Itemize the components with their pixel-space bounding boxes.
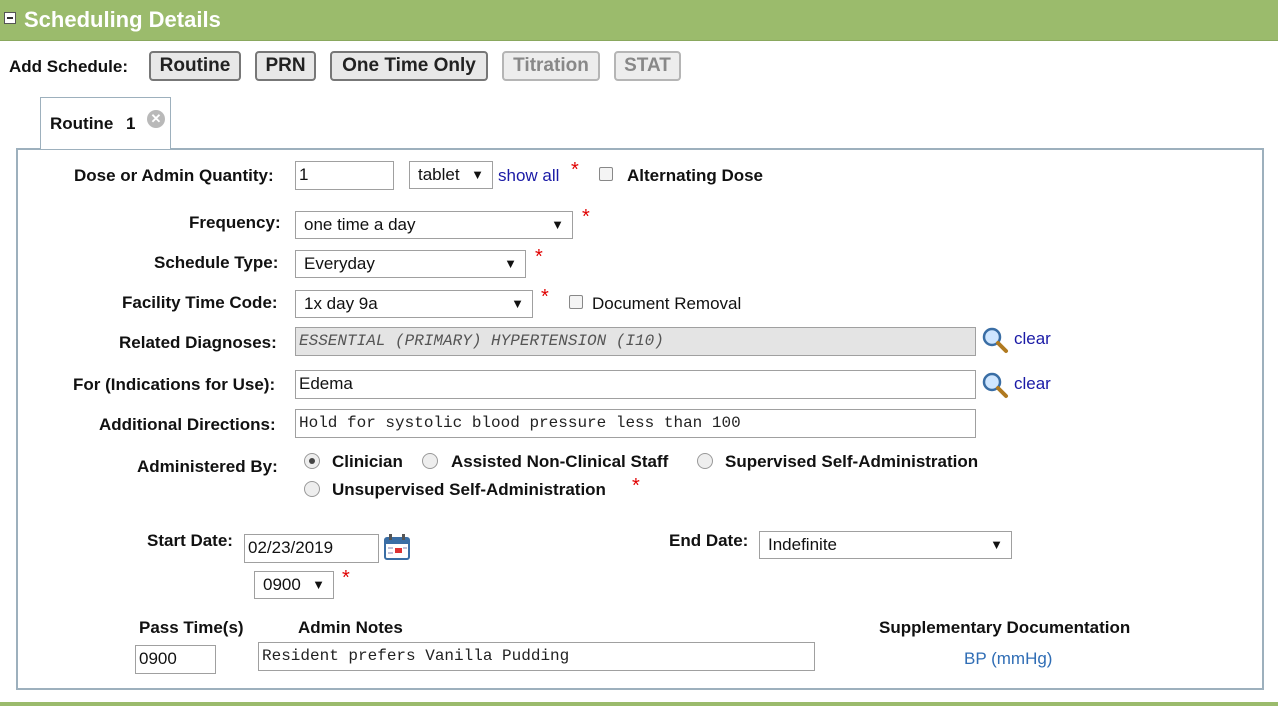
- clear-indications-link[interactable]: clear: [1014, 374, 1051, 394]
- radio-assisted-label: Assisted Non-Clinical Staff: [451, 452, 669, 471]
- radio-assisted-non-clinical-staff[interactable]: [422, 453, 438, 469]
- section-footer-line: [0, 702, 1278, 706]
- search-icon[interactable]: [981, 371, 1009, 399]
- frequency-select[interactable]: one time a day ▼: [295, 211, 573, 239]
- document-removal-label: Document Removal: [592, 294, 742, 313]
- clear-diagnoses-link[interactable]: clear: [1014, 329, 1051, 349]
- bp-link[interactable]: BP (mmHg): [964, 649, 1052, 669]
- pass-time-input[interactable]: 0900: [135, 645, 216, 674]
- chevron-down-icon: ▼: [551, 217, 564, 232]
- related-diagnoses-label: Related Diagnoses:: [119, 333, 277, 352]
- schedule-type-select[interactable]: Everyday ▼: [295, 250, 526, 278]
- indications-input[interactable]: Edema: [295, 370, 976, 399]
- related-diagnoses-input[interactable]: ESSENTIAL (PRIMARY) HYPERTENSION (I10): [295, 327, 976, 356]
- close-icon[interactable]: ✕: [147, 110, 165, 128]
- dose-input[interactable]: 1: [295, 161, 394, 190]
- additional-directions-input[interactable]: Hold for systolic blood pressure less th…: [295, 409, 976, 438]
- pass-times-header: Pass Time(s): [139, 618, 244, 637]
- required-marker: *: [571, 159, 579, 181]
- administered-by-label: Administered By:: [137, 457, 278, 476]
- radio-unsupervised-label: Unsupervised Self-Administration: [332, 480, 606, 499]
- admin-notes-input[interactable]: Resident prefers Vanilla Pudding: [258, 642, 815, 671]
- unit-select[interactable]: tablet ▼: [409, 161, 493, 189]
- stat-button[interactable]: STAT: [614, 51, 681, 81]
- add-schedule-label: Add Schedule:: [9, 57, 129, 76]
- titration-button[interactable]: Titration: [502, 51, 600, 81]
- calendar-icon[interactable]: [383, 533, 411, 561]
- supplementary-documentation-header: Supplementary Documentation: [879, 618, 1131, 637]
- document-removal-checkbox[interactable]: [569, 295, 583, 309]
- prn-button[interactable]: PRN: [255, 51, 316, 81]
- chevron-down-icon: ▼: [990, 537, 1003, 552]
- required-marker: *: [582, 206, 590, 228]
- start-time-select-value: 0900: [263, 575, 301, 594]
- start-time-select[interactable]: 0900 ▼: [254, 571, 334, 599]
- start-date-label: Start Date:: [147, 531, 233, 550]
- alternating-dose-label: Alternating Dose: [627, 166, 764, 185]
- show-all-link[interactable]: show all: [498, 166, 559, 186]
- additional-directions-label: Additional Directions:: [99, 415, 276, 434]
- end-date-select[interactable]: Indefinite ▼: [759, 531, 1012, 559]
- required-marker: *: [342, 567, 350, 589]
- required-marker: *: [541, 286, 549, 308]
- indications-label: For (Indications for Use):: [73, 375, 276, 394]
- dose-label: Dose or Admin Quantity:: [74, 166, 274, 185]
- facility-time-code-label: Facility Time Code:: [122, 293, 278, 312]
- frequency-select-value: one time a day: [304, 215, 416, 234]
- radio-supervised-self-administration[interactable]: [697, 453, 713, 469]
- collapse-icon[interactable]: [4, 12, 16, 24]
- tab-label: Routine: [50, 114, 114, 133]
- required-marker: *: [535, 246, 543, 268]
- schedule-type-label: Schedule Type:: [154, 253, 279, 272]
- start-date-input[interactable]: 02/23/2019: [244, 534, 379, 563]
- radio-unsupervised-self-administration[interactable]: [304, 481, 320, 497]
- tab-routine-1[interactable]: Routine 1 ✕: [40, 97, 171, 149]
- facility-time-code-select-value: 1x day 9a: [304, 294, 378, 313]
- facility-time-code-select[interactable]: 1x day 9a ▼: [295, 290, 533, 318]
- section-title: Scheduling Details: [24, 7, 221, 32]
- radio-clinician-label: Clinician: [332, 452, 403, 471]
- required-marker: *: [632, 475, 640, 497]
- chevron-down-icon: ▼: [504, 256, 517, 271]
- one-time-only-button[interactable]: One Time Only: [330, 51, 488, 81]
- frequency-label: Frequency:: [189, 213, 281, 232]
- routine-button[interactable]: Routine: [149, 51, 241, 81]
- chevron-down-icon: ▼: [511, 296, 524, 311]
- unit-select-value: tablet: [418, 165, 460, 184]
- radio-supervised-label: Supervised Self-Administration: [725, 452, 979, 471]
- chevron-down-icon: ▼: [312, 577, 325, 592]
- end-date-label: End Date:: [669, 531, 749, 550]
- admin-notes-header: Admin Notes: [298, 618, 403, 637]
- radio-clinician[interactable]: [304, 453, 320, 469]
- tab-number: 1: [126, 114, 136, 133]
- chevron-down-icon: ▼: [471, 167, 484, 182]
- alternating-dose-checkbox[interactable]: [599, 167, 613, 181]
- search-icon[interactable]: [981, 326, 1009, 354]
- end-date-select-value: Indefinite: [768, 535, 837, 554]
- schedule-type-select-value: Everyday: [304, 254, 375, 273]
